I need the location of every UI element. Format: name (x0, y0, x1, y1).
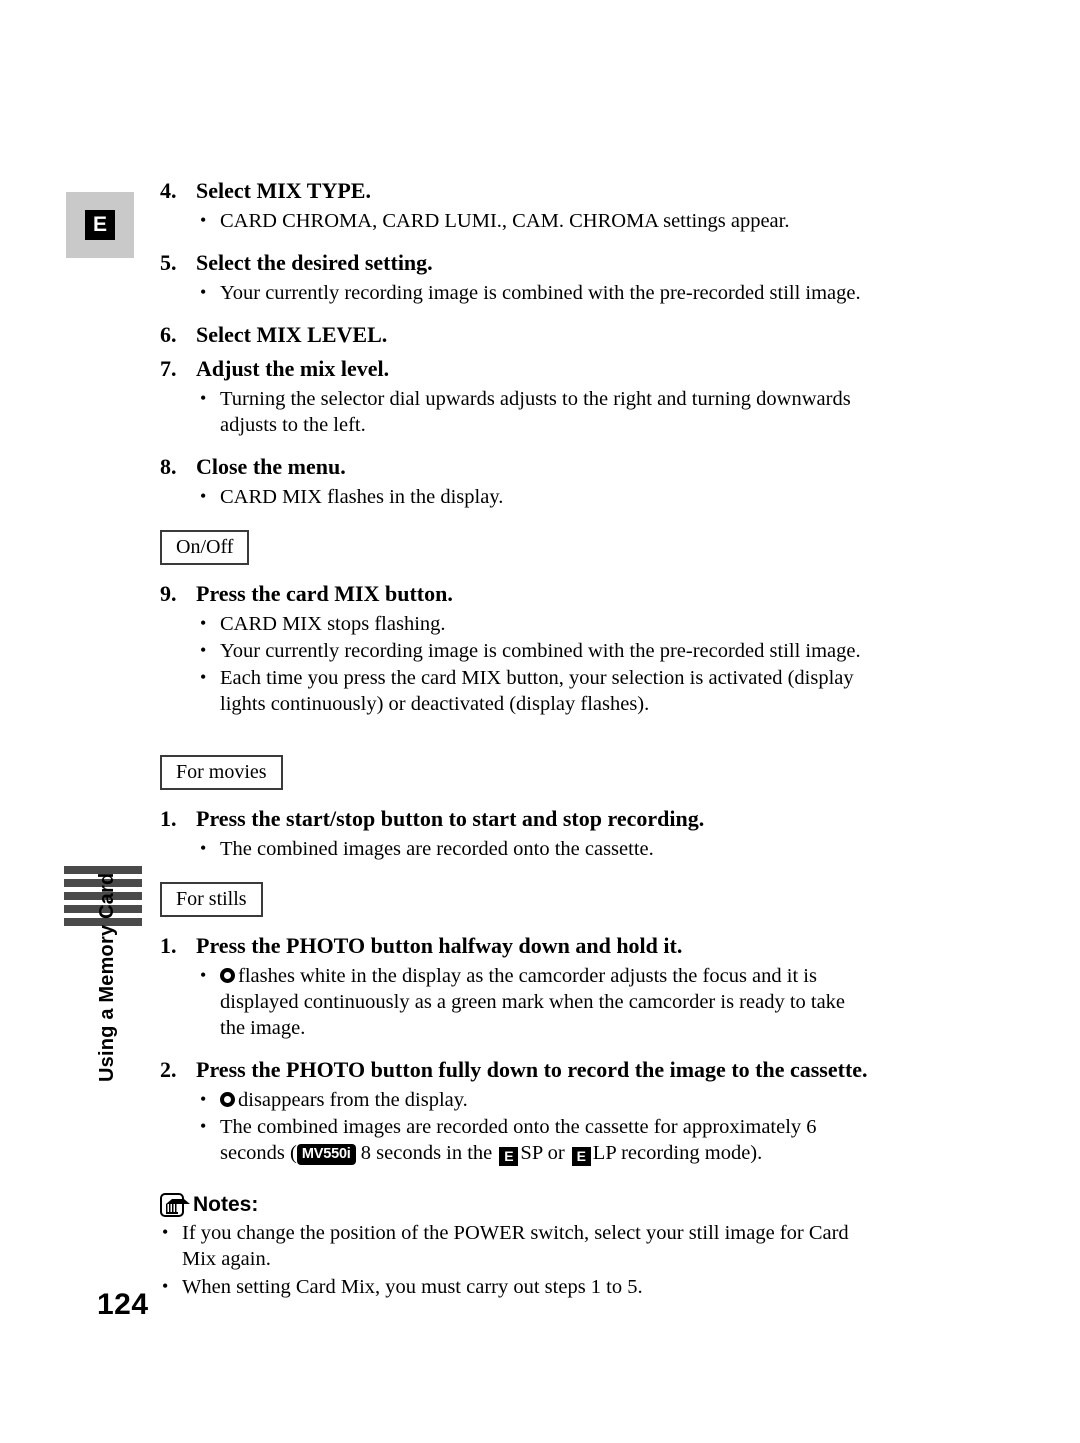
step-bullets: Your currently recording image is combin… (160, 279, 872, 306)
mode-badge-e: E (571, 1147, 591, 1166)
bullet-item: CARD MIX flashes in the display. (198, 483, 872, 510)
step-title: Press the PHOTO button halfway down and … (196, 933, 683, 958)
step-heading: 8. Close the menu. (160, 452, 872, 482)
onoff-label-box: On/Off (160, 530, 250, 565)
bullet-item: disappears from the display. (198, 1086, 872, 1113)
step-number: 5. (160, 250, 177, 275)
step-bullets: The combined images are recorded onto th… (160, 835, 872, 862)
for-movies-box-row: For movies (160, 755, 872, 790)
bullet-item: CARD CHROMA, CARD LUMI., CAM. CHROMA set… (198, 207, 872, 234)
bullet-text-part4: LP recording mode). (592, 1142, 763, 1164)
step-bullets: flashes white in the display as the camc… (160, 962, 872, 1041)
chapter-badge-letter: E (85, 210, 115, 240)
page-number: 124 (97, 1288, 149, 1321)
step-title: Select MIX LEVEL. (196, 322, 388, 347)
model-badge-mv550i: MV550i (296, 1144, 356, 1165)
bullet-item: Turning the selector dial upwards adjust… (198, 385, 872, 438)
step-heading: 2. Press the PHOTO button fully down to … (160, 1055, 872, 1085)
note-icon (160, 1193, 190, 1217)
for-movies-label-box: For movies (160, 755, 283, 790)
step-title: Press the start/stop button to start and… (196, 806, 705, 831)
for-stills-label-box: For stills (160, 882, 263, 917)
bullet-text: flashes white in the display as the camc… (220, 965, 846, 1039)
chapter-badge-e: E (66, 192, 134, 258)
bullet-item: flashes white in the display as the camc… (198, 962, 872, 1041)
onoff-box-row: On/Off (160, 530, 872, 565)
bullet-item: The combined images are recorded onto th… (198, 835, 872, 862)
notes-heading: Notes: (160, 1192, 872, 1218)
step-heading: 1. Press the PHOTO button halfway down a… (160, 931, 872, 961)
notes-list: If you change the position of the POWER … (160, 1219, 872, 1300)
bullet-item: Your currently recording image is combin… (198, 279, 872, 306)
bullet-item: The combined images are recorded onto th… (198, 1113, 872, 1166)
step-number: 1. (160, 806, 177, 831)
bullet-text: disappears from the display. (238, 1089, 468, 1111)
bullet-text-part2: 8 seconds in the (360, 1142, 493, 1164)
step-number: 1. (160, 933, 177, 958)
step-title: Select the desired setting. (196, 250, 433, 275)
step-title: Select MIX TYPE. (196, 178, 371, 203)
record-dot-icon (220, 968, 235, 983)
for-stills-box-row: For stills (160, 882, 872, 917)
step-heading: 1. Press the start/stop button to start … (160, 804, 872, 834)
notes-block: Notes: If you change the position of the… (160, 1192, 872, 1300)
page-content: 4. Select MIX TYPE. CARD CHROMA, CARD LU… (160, 176, 872, 1300)
step-number: 6. (160, 322, 177, 347)
step-title: Press the card MIX button. (196, 581, 453, 606)
note-item: When setting Card Mix, you must carry ou… (160, 1273, 872, 1300)
step-heading: 4. Select MIX TYPE. (160, 176, 872, 206)
step-heading: 5. Select the desired setting. (160, 248, 872, 278)
notes-heading-label: Notes: (193, 1193, 259, 1216)
step-bullets: CARD MIX flashes in the display. (160, 483, 872, 510)
section-tab-label: Using a Memory Card (96, 872, 118, 1082)
step-number: 8. (160, 454, 177, 479)
step-number: 2. (160, 1057, 177, 1082)
mode-badge-e: E (499, 1147, 519, 1166)
step-title: Close the menu. (196, 454, 346, 479)
step-heading: 6. Select MIX LEVEL. (160, 320, 872, 350)
step-title: Adjust the mix level. (196, 356, 390, 381)
record-dot-icon (220, 1092, 235, 1107)
step-number: 4. (160, 178, 177, 203)
step-bullets: Turning the selector dial upwards adjust… (160, 385, 872, 438)
note-item: If you change the position of the POWER … (160, 1219, 872, 1272)
step-bullets: CARD CHROMA, CARD LUMI., CAM. CHROMA set… (160, 207, 872, 234)
bullet-item: Each time you press the card MIX button,… (198, 664, 872, 717)
step-heading: 7. Adjust the mix level. (160, 354, 872, 384)
step-bullets: disappears from the display. The combine… (160, 1086, 872, 1166)
bullet-item: CARD MIX stops flashing. (198, 610, 872, 637)
step-number: 9. (160, 581, 177, 606)
step-heading: 9. Press the card MIX button. (160, 579, 872, 609)
bullet-text-part3: SP or (520, 1142, 565, 1164)
step-bullets: CARD MIX stops flashing. Your currently … (160, 610, 872, 717)
bullet-item: Your currently recording image is combin… (198, 637, 872, 664)
left-rail: E Using a Memory Card 124 (0, 0, 160, 1443)
step-title: Press the PHOTO button fully down to rec… (196, 1057, 868, 1082)
step-number: 7. (160, 356, 177, 381)
